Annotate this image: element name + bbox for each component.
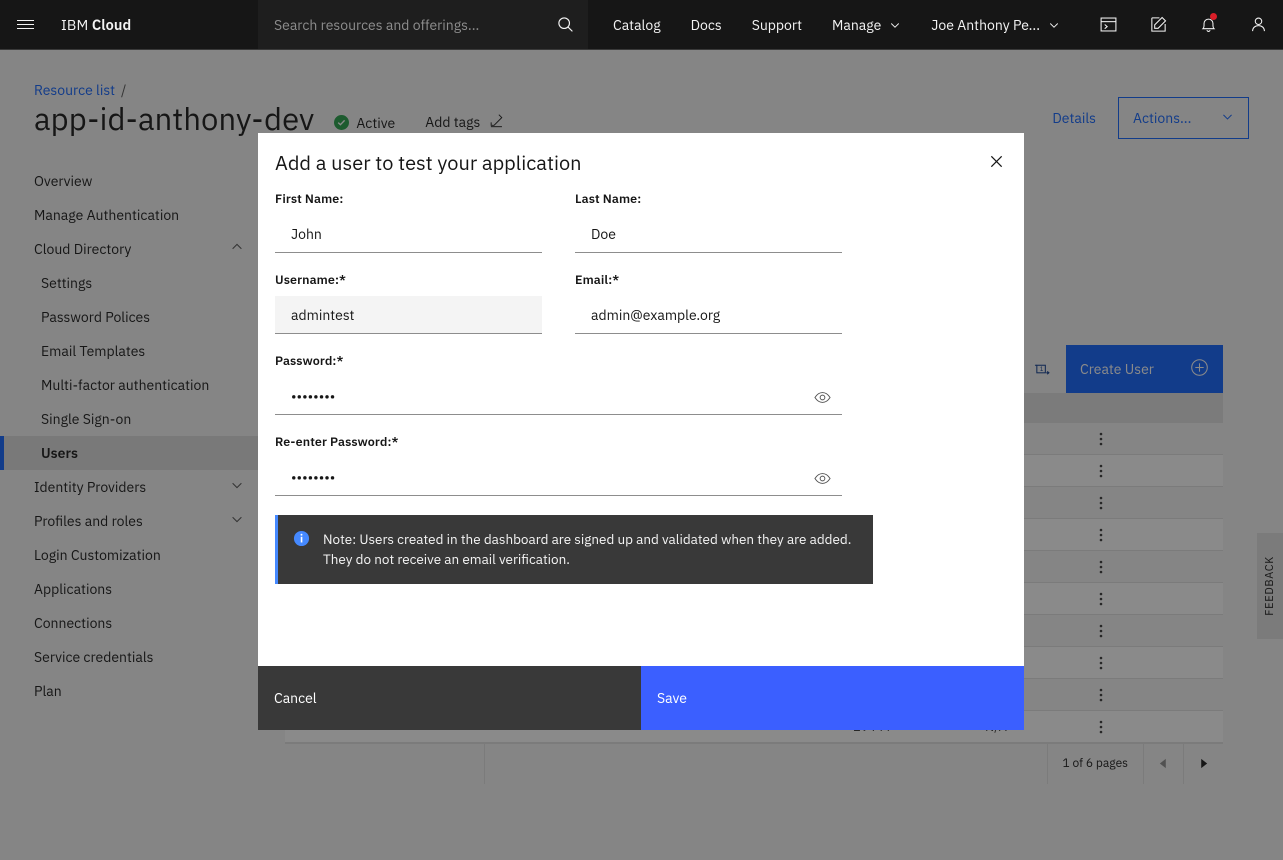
hamburger-menu-icon[interactable]	[0, 0, 50, 49]
show-password-eye-icon[interactable]	[810, 385, 834, 409]
nav-link-label: Manage	[832, 16, 881, 34]
last-name-group: Last Name:	[575, 191, 842, 253]
email-label: Email:*	[575, 272, 842, 288]
add-user-modal: Add a user to test your application Firs…	[258, 133, 1024, 730]
info-note: Note: Users created in the dashboard are…	[275, 515, 873, 584]
cancel-button[interactable]: Cancel	[258, 666, 641, 730]
brand-name: Cloud	[92, 15, 131, 34]
modal-header: Add a user to test your application	[258, 133, 1024, 191]
create-resource-icon[interactable]	[1133, 0, 1183, 49]
modal-footer: Cancel Save	[258, 666, 1024, 730]
nav-link-label: Support	[752, 16, 802, 34]
save-button[interactable]: Save	[641, 666, 1024, 730]
email-field[interactable]	[575, 296, 842, 334]
show-confirm-password-eye-icon[interactable]	[810, 466, 834, 490]
username-field[interactable]	[275, 296, 542, 334]
top-navigation-bar: IBM Cloud Search resources and offerings…	[0, 0, 1283, 50]
information-filled-icon	[293, 530, 310, 569]
modal-body: First Name: Last Name: Username:* Email:…	[258, 191, 1024, 666]
nav-link-label: Docs	[691, 16, 722, 34]
username-group: Username:*	[275, 272, 542, 334]
nav-link-support[interactable]: Support	[737, 0, 817, 49]
global-search-placeholder: Search resources and offerings...	[258, 16, 542, 34]
nav-icon-group	[1083, 0, 1283, 49]
search-icon[interactable]	[542, 16, 588, 33]
global-search-input[interactable]: Search resources and offerings...	[258, 0, 588, 49]
nav-link-catalog[interactable]: Catalog	[598, 0, 676, 49]
first-name-field[interactable]	[275, 215, 542, 253]
notifications-bell-icon[interactable]	[1183, 0, 1233, 49]
info-note-text: Note: Users created in the dashboard are…	[323, 529, 857, 569]
nav-link-docs[interactable]: Docs	[676, 0, 737, 49]
first-name-group: First Name:	[275, 191, 542, 253]
close-icon[interactable]	[973, 138, 1019, 184]
first-name-label: First Name:	[275, 191, 542, 207]
confirm-password-field[interactable]	[275, 458, 842, 496]
brand-prefix: IBM	[61, 15, 88, 34]
chevron-down-icon	[1048, 19, 1060, 31]
last-name-field[interactable]	[575, 215, 842, 253]
password-label: Password:*	[275, 353, 842, 369]
last-name-label: Last Name:	[575, 191, 842, 207]
user-avatar-icon[interactable]	[1233, 0, 1283, 49]
nav-link-label: Joe Anthony Pe...	[931, 16, 1040, 34]
confirm-password-label: Re-enter Password:*	[275, 434, 842, 450]
confirm-password-group: Re-enter Password:*	[275, 434, 842, 496]
nav-link-label: Catalog	[613, 16, 661, 34]
ibm-cloud-brand[interactable]: IBM Cloud	[50, 15, 131, 34]
nav-link-joe-anthony-pe[interactable]: Joe Anthony Pe...	[916, 0, 1075, 49]
username-label: Username:*	[275, 272, 542, 288]
password-field[interactable]	[275, 377, 842, 415]
save-button-label: Save	[657, 689, 687, 707]
nav-link-manage[interactable]: Manage	[817, 0, 916, 49]
shell-terminal-icon[interactable]	[1083, 0, 1133, 49]
notification-badge	[1210, 13, 1217, 20]
chevron-down-icon	[889, 19, 901, 31]
password-group: Password:*	[275, 353, 842, 415]
cancel-button-label: Cancel	[274, 689, 317, 707]
nav-links: Catalog Docs Support Manage Joe Anthony Pe..…	[598, 0, 1075, 49]
modal-title: Add a user to test your application	[275, 149, 582, 176]
email-group: Email:*	[575, 272, 842, 334]
